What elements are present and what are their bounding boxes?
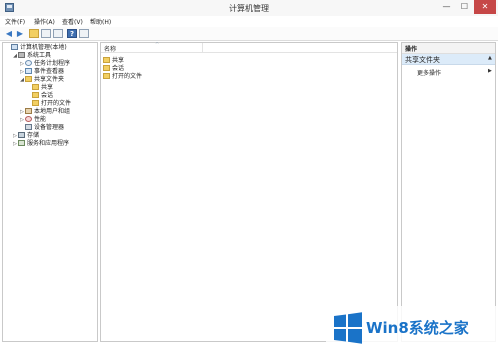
tree-item[interactable]: 设备管理器 [5, 124, 71, 132]
forward-arrow-icon[interactable]: ▶ [15, 29, 25, 38]
tree-item[interactable]: ▷ 存储 [5, 132, 71, 140]
list-header: 名称 ^ [101, 42, 397, 53]
tree-item-label: 共享文件夹 [34, 76, 65, 83]
action-pane-icon[interactable] [79, 29, 89, 38]
tree-item-label: 系统工具 [27, 52, 52, 59]
tree-item[interactable]: ▷ 性能 [5, 116, 71, 124]
event-log-icon [25, 68, 32, 74]
tree-item[interactable]: ▷ 任务计划程序 [5, 60, 71, 68]
collapsed-arrow-icon[interactable]: ▷ [19, 60, 25, 68]
tree-item[interactable]: ◢ 系统工具 [5, 52, 71, 60]
tree-item[interactable]: 会话 [5, 92, 71, 100]
tree-item-label: 共享 [41, 84, 54, 91]
tree-item[interactable]: ▷ 服务和应用程序 [5, 140, 71, 148]
users-icon [25, 108, 32, 114]
show-hide-tree-icon[interactable] [41, 29, 51, 38]
list-item-label: 会话 [112, 65, 125, 72]
console-tree: 计算机管理(本地) ◢ 系统工具 ▷ 任务计划程序 ▷ 事件查看器 ◢ 共享文件夹 共享 会话 打开的… [2, 42, 98, 342]
maximize-button[interactable]: ☐ [456, 0, 473, 14]
tree-item-label: 打开的文件 [41, 100, 72, 107]
collapse-up-icon[interactable]: ▲ [488, 55, 492, 61]
computer-icon [11, 44, 18, 50]
clock-icon [25, 60, 32, 66]
menu-help[interactable]: 帮助(H) [90, 17, 111, 26]
folder-icon [103, 57, 110, 63]
back-arrow-icon[interactable]: ◀ [4, 29, 14, 38]
up-folder-icon[interactable] [29, 29, 39, 38]
tree-item-label: 服务和应用程序 [27, 140, 70, 147]
tools-icon [18, 52, 25, 58]
tree-item-label: 存储 [27, 132, 40, 139]
watermark-text: Win8系统之家 [366, 319, 469, 337]
tree-item-label: 性能 [34, 116, 47, 123]
tree-item[interactable]: ◢ 共享文件夹 [5, 76, 71, 84]
help-icon[interactable]: ? [67, 29, 77, 38]
services-icon [18, 140, 25, 146]
collapsed-arrow-icon[interactable]: ▷ [19, 116, 25, 124]
actions-section-label: 共享文件夹 [405, 56, 440, 64]
tree-item[interactable]: ▷ 本地用户和组 [5, 108, 71, 116]
list-item[interactable]: 共享 [103, 57, 124, 65]
tree-item[interactable]: 计算机管理(本地) [5, 44, 71, 52]
menu-view[interactable]: 查看(V) [62, 17, 83, 26]
list-item-label: 共享 [112, 57, 125, 64]
window-title: 计算机管理 [229, 4, 269, 13]
minimize-button[interactable]: — [438, 0, 455, 14]
sort-ascending-icon: ^ [155, 42, 160, 48]
folder-icon [103, 65, 110, 71]
refresh-icon[interactable] [53, 29, 63, 38]
tree-item-label: 事件查看器 [34, 68, 65, 75]
tree-item-label: 任务计划程序 [34, 60, 71, 67]
actions-header: 操作 [402, 43, 495, 54]
folder-icon [32, 92, 39, 98]
tree-item-label: 设备管理器 [34, 124, 65, 131]
menu-file[interactable]: 文件(F) [5, 17, 25, 26]
results-pane: 名称 ^ 共享 会话 打开的文件 [100, 42, 398, 342]
list-item-label: 打开的文件 [112, 73, 143, 80]
tree-item-label: 计算机管理(本地) [20, 44, 67, 51]
folder-icon [32, 100, 39, 106]
list-item[interactable]: 打开的文件 [103, 73, 142, 81]
menu-action[interactable]: 操作(A) [34, 17, 55, 26]
folder-icon [103, 73, 110, 79]
device-manager-icon [25, 124, 32, 130]
folder-icon [32, 84, 39, 90]
submenu-arrow-icon: ▶ [488, 68, 492, 74]
more-actions-link[interactable]: 更多操作 [417, 68, 441, 77]
column-name-header[interactable]: 名称 [104, 44, 116, 53]
actions-pane: 操作 共享文件夹 ▲ 更多操作 ▶ [401, 42, 496, 342]
actions-title: 操作 [405, 46, 418, 53]
tree-item[interactable]: 打开的文件 [5, 100, 71, 108]
tree-item-label: 本地用户和组 [34, 108, 71, 115]
actions-section-shared-folders[interactable]: 共享文件夹 ▲ [402, 54, 495, 65]
tree-item-label: 会话 [41, 92, 54, 99]
close-button[interactable]: ✕ [474, 0, 496, 14]
tree-item[interactable]: 共享 [5, 84, 71, 92]
tree-item[interactable]: ▷ 事件查看器 [5, 68, 71, 76]
folder-icon [25, 76, 32, 82]
column-divider[interactable] [202, 43, 203, 52]
storage-icon [18, 132, 25, 138]
performance-icon [25, 116, 32, 122]
list-item[interactable]: 会话 [103, 65, 124, 73]
